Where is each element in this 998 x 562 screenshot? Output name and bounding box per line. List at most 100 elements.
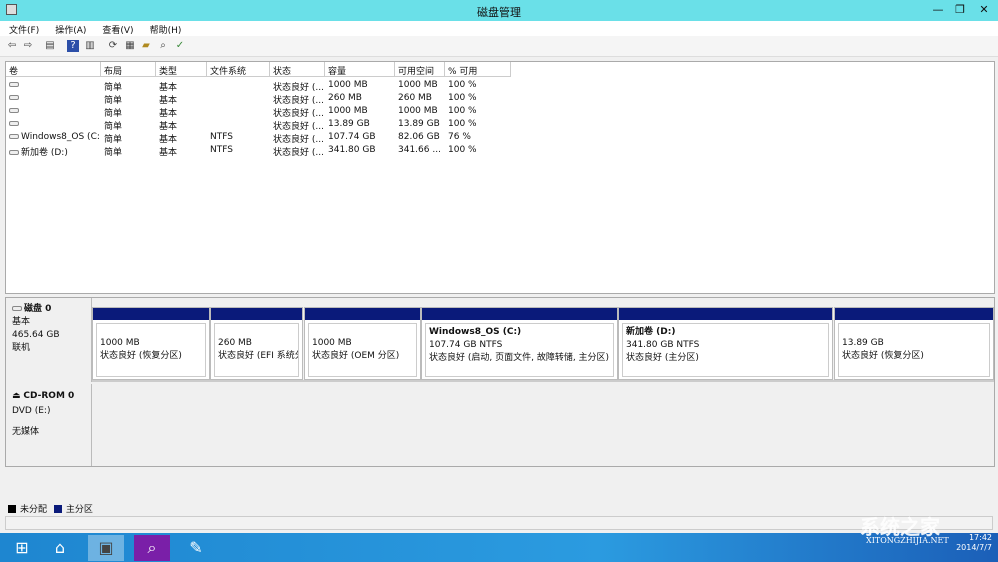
forward-icon[interactable]: ⇨ xyxy=(22,40,34,52)
volume-icon xyxy=(9,134,19,139)
legend-unallocated: 未分配 xyxy=(20,505,48,515)
table-cell: 1000 MB xyxy=(398,106,444,116)
cell-text: 76 % xyxy=(448,132,471,142)
cell-text: 13.89 GB xyxy=(328,119,370,129)
help-icon[interactable]: ? xyxy=(67,40,79,52)
console-tree-icon[interactable]: ▤ xyxy=(44,40,56,52)
column-header[interactable]: % 可用 xyxy=(445,62,511,77)
column-header[interactable]: 文件系统 xyxy=(207,62,270,77)
paint-icon[interactable]: ✎ xyxy=(178,535,214,561)
cell-text: NTFS xyxy=(210,145,233,155)
cell-text: 1000 MB xyxy=(328,106,368,116)
partition-status: 状态良好 (主分区) xyxy=(626,353,699,363)
table-cell: 260 MB xyxy=(328,93,394,103)
window-title: 磁盘管理 xyxy=(477,6,521,19)
column-header[interactable]: 容量 xyxy=(325,62,395,77)
primary-partition-bar xyxy=(93,308,209,320)
menu-file[interactable]: 文件(F) xyxy=(0,21,46,36)
volume-icon xyxy=(9,150,19,155)
partition-title: 新加卷 (D:) xyxy=(626,327,676,337)
menu-view[interactable]: 查看(V) xyxy=(93,21,140,36)
table-row[interactable]: Windows8_OS (C:) 简单 基本 NTFS 状态良好 (... 107.74 … xyxy=(6,131,994,145)
start-windows-icon[interactable]: ⊞ xyxy=(4,535,40,561)
back-icon[interactable]: ⇦ xyxy=(6,40,18,52)
primary-partition-bar xyxy=(619,308,832,320)
disk-0-row: 磁盘 0 基本 465.64 GB 联机 1000 MB 状态良好 (恢复分区) 2… xyxy=(6,298,994,382)
cell-text: 状态良好 (... xyxy=(273,148,324,158)
table-cell: 76 % xyxy=(448,132,510,142)
close-button[interactable]: ✕ xyxy=(972,2,996,18)
cell-text: 100 % xyxy=(448,80,477,90)
volume-icon xyxy=(9,108,19,113)
partition-block[interactable]: 13.89 GB 状态良好 (恢复分区) xyxy=(834,307,994,380)
cdrom-0-label[interactable]: ⏏ CD-ROM 0 DVD (E:) 无媒体 xyxy=(6,384,92,466)
disk-size: 465.64 GB xyxy=(12,330,60,340)
partition-block[interactable]: Windows8_OS (C:) 107.74 GB NTFS 状态良好 (启动, … xyxy=(421,307,618,380)
partition-block[interactable]: 1000 MB 状态良好 (恢复分区) xyxy=(92,307,210,380)
search-icon[interactable]: ⌕ xyxy=(157,40,169,52)
column-header[interactable]: 布局 xyxy=(101,62,156,77)
menu-action[interactable]: 操作(A) xyxy=(46,21,93,36)
table-row[interactable]: 新加卷 (D:) 简单 基本 NTFS 状态良好 (... 341.80 GB 341.66… xyxy=(6,144,994,158)
partition-block[interactable]: 新加卷 (D:) 341.80 GB NTFS 状态良好 (主分区) xyxy=(618,307,833,380)
action-pane-icon[interactable]: ▥ xyxy=(84,40,96,52)
table-row[interactable]: 简单 基本 状态良好 (... 260 MB 260 MB 100 % xyxy=(6,92,994,106)
partition-status: 状态良好 (启动, 页面文件, 故障转储, 主分区) xyxy=(429,353,610,363)
minimize-button[interactable]: — xyxy=(926,2,950,18)
refresh-icon[interactable]: ⟳ xyxy=(107,40,119,52)
cell-text: 341.80 GB xyxy=(328,145,376,155)
cell-text: 100 % xyxy=(448,106,477,116)
cell-text: 100 % xyxy=(448,93,477,103)
table-cell: 100 % xyxy=(448,119,510,129)
table-row[interactable]: 简单 基本 状态良好 (... 1000 MB 1000 MB 100 % xyxy=(6,79,994,93)
legend-primary: 主分区 xyxy=(65,505,93,515)
partition-size: 1000 MB xyxy=(312,338,352,348)
table-row[interactable]: 简单 基本 状态良好 (... 13.89 GB 13.89 GB 100 % xyxy=(6,118,994,132)
table-row[interactable]: 简单 基本 状态良好 (... 1000 MB 1000 MB 100 % xyxy=(6,105,994,119)
home-icon[interactable]: ⌂ xyxy=(42,535,78,561)
title-bar: 磁盘管理 — ❐ ✕ xyxy=(0,0,998,21)
cell-text: 13.89 GB xyxy=(398,119,440,129)
partition-size: 1000 MB xyxy=(100,338,140,348)
partition-status: 状态良好 (EFI 系统分 xyxy=(218,351,299,361)
disk-graphical-view: 磁盘 0 基本 465.64 GB 联机 1000 MB 状态良好 (恢复分区) 2… xyxy=(5,297,995,467)
clock[interactable]: 17:42 2014/7/7 xyxy=(956,533,992,553)
table-cell: 341.80 GB xyxy=(328,145,394,155)
volume-icon xyxy=(9,95,19,100)
partition-block[interactable]: 1000 MB 状态良好 (OEM 分区) xyxy=(304,307,421,380)
properties-icon[interactable]: ▦ xyxy=(124,40,136,52)
cell-text: 107.74 GB xyxy=(328,132,376,142)
clock-time: 17:42 xyxy=(968,533,992,542)
restore-button[interactable]: ❐ xyxy=(948,2,972,18)
table-cell: 1000 MB xyxy=(398,80,444,90)
menu-bar: 文件(F) 操作(A) 查看(V) 帮助(H) xyxy=(0,21,998,36)
volume-list: 卷布局 类型 文件系统 状态 容量 可用空间% 可用 简单 基本 状态良好 (... 1000 M… xyxy=(5,61,995,294)
table-cell: Windows8_OS (C:) xyxy=(9,132,100,142)
table-cell: 新加卷 (D:) xyxy=(9,145,100,158)
table-cell: NTFS xyxy=(210,132,269,142)
column-header[interactable]: 类型 xyxy=(156,62,207,77)
disk-0-label[interactable]: 磁盘 0 基本 465.64 GB 联机 xyxy=(6,298,92,382)
table-cell: 状态良好 (... xyxy=(273,145,324,158)
cdrom-media: 无媒体 xyxy=(12,427,40,437)
toolbar: ⇦ ⇨ ▤ ? ▥ ⟳ ▦ ▰ ⌕ ✓ xyxy=(0,36,998,57)
cell-text: 341.66 ... xyxy=(398,145,441,155)
partition-title: Windows8_OS (C:) xyxy=(429,327,522,337)
table-cell: 260 MB xyxy=(398,93,444,103)
cell-text: 82.06 GB xyxy=(398,132,440,142)
column-header[interactable]: 可用空间 xyxy=(395,62,445,77)
search-app-icon[interactable]: ⌕ xyxy=(134,535,170,561)
column-header[interactable]: 状态 xyxy=(270,62,325,77)
disk-management-taskbar-icon[interactable]: ▣ xyxy=(88,535,124,561)
table-cell: 简单 xyxy=(104,145,155,158)
table-cell xyxy=(9,106,100,116)
column-header[interactable]: 卷 xyxy=(6,62,101,77)
partition-status: 状态良好 (恢复分区) xyxy=(100,351,182,361)
table-cell: 100 % xyxy=(448,145,510,155)
primary-partition-bar xyxy=(835,308,993,320)
partition-block[interactable]: 260 MB 状态良好 (EFI 系统分 xyxy=(210,307,303,380)
table-cell: 1000 MB xyxy=(328,80,394,90)
settings-icon[interactable]: ✓ xyxy=(174,40,186,52)
open-icon[interactable]: ▰ xyxy=(140,40,152,52)
menu-help[interactable]: 帮助(H) xyxy=(141,21,189,36)
